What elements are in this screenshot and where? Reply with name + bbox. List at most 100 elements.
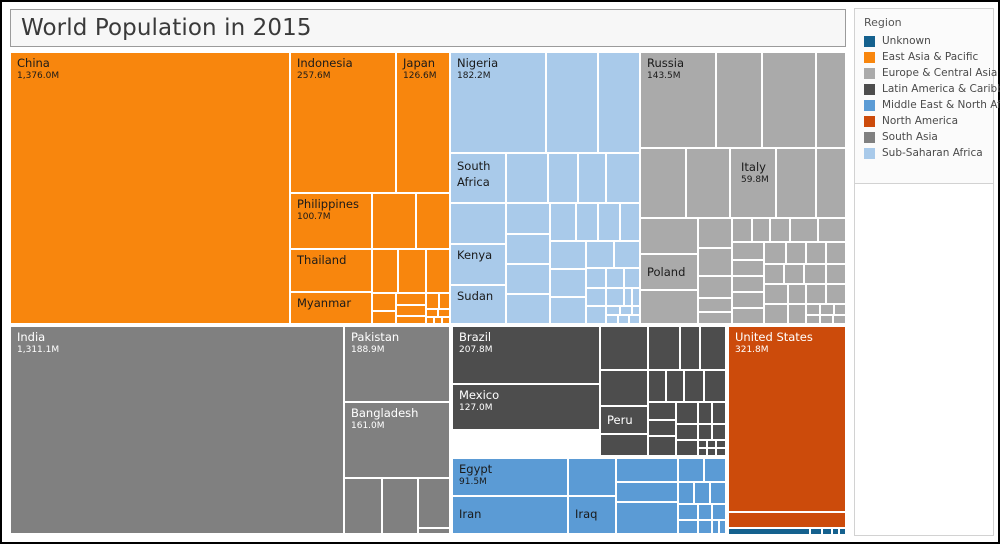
tile-unlabeled[interactable]: [704, 458, 726, 482]
tile-unlabeled[interactable]: [764, 264, 784, 284]
tile-unlabeled[interactable]: [648, 436, 676, 456]
tile-unlabeled[interactable]: [546, 52, 598, 153]
tile-unlabeled[interactable]: [788, 284, 806, 304]
tile-unlabeled[interactable]: [506, 153, 548, 203]
tile-unlabeled[interactable]: [694, 482, 710, 504]
tile-unlabeled[interactable]: [698, 440, 707, 448]
tile-unlabeled[interactable]: [648, 326, 680, 370]
tile-unlabeled[interactable]: [704, 370, 726, 402]
tile-unlabeled[interactable]: [606, 153, 640, 203]
tile-kenya[interactable]: Kenya: [450, 244, 506, 285]
tile-unlabeled[interactable]: [620, 203, 640, 241]
tile-unlabeled[interactable]: [770, 218, 790, 242]
tile-unlabeled[interactable]: [640, 148, 686, 218]
tile-unlabeled[interactable]: [839, 528, 846, 534]
tile-unlabeled[interactable]: [640, 218, 698, 254]
tile-unlabeled[interactable]: [678, 482, 694, 504]
tile-mexico[interactable]: Mexico 127.0M: [452, 384, 600, 430]
legend-item-sub-saharan-africa[interactable]: Sub-Saharan Africa: [864, 147, 993, 159]
tile-unlabeled[interactable]: [568, 458, 616, 496]
tile-unlabeled[interactable]: [676, 424, 698, 440]
tile-unlabeled[interactable]: [676, 440, 698, 456]
tile-unlabeled[interactable]: [396, 293, 426, 305]
tile-unlabeled[interactable]: [616, 502, 678, 534]
tile-myanmar[interactable]: Myanmar: [290, 292, 372, 324]
tile-sudan[interactable]: Sudan: [450, 285, 506, 324]
tile-united-states[interactable]: United States 321.8M: [728, 326, 846, 512]
tile-unlabeled[interactable]: [616, 458, 678, 482]
tile-unlabeled[interactable]: [624, 268, 640, 288]
tile-unlabeled[interactable]: [678, 520, 698, 534]
tile-unlabeled[interactable]: [418, 528, 450, 534]
tile-unlabeled[interactable]: [586, 241, 614, 268]
tile-unlabeled[interactable]: [719, 520, 726, 534]
tile-india[interactable]: India 1,311.1M: [10, 326, 344, 534]
tile-unlabeled[interactable]: [764, 284, 788, 304]
tile-unlabeled[interactable]: [806, 242, 826, 264]
tile-unlabeled[interactable]: [790, 218, 818, 242]
tile-unlabeled[interactable]: [712, 504, 726, 520]
tile-unlabeled[interactable]: [707, 448, 716, 456]
tile-unlabeled[interactable]: [618, 315, 629, 324]
tile-iraq[interactable]: Iraq: [568, 496, 616, 534]
tile-unlabeled[interactable]: [764, 304, 788, 324]
tile-unlabeled[interactable]: [816, 52, 846, 148]
tile-unlabeled[interactable]: [578, 153, 606, 203]
tile-unlabeled[interactable]: [506, 294, 550, 324]
tile-unlabeled[interactable]: [732, 260, 764, 276]
tile-unlabeled[interactable]: [712, 424, 726, 440]
tile-unlabeled[interactable]: [426, 317, 434, 324]
tile-unlabeled[interactable]: [576, 203, 598, 241]
legend-item-europe-central-asia[interactable]: Europe & Central Asia: [864, 67, 997, 79]
tile-unlabeled[interactable]: [418, 478, 450, 528]
tile-unlabeled[interactable]: [804, 264, 826, 284]
tile-unlabeled[interactable]: [832, 528, 839, 534]
tile-unlabeled[interactable]: [716, 448, 726, 456]
tile-unlabeled[interactable]: [442, 317, 450, 324]
tile-unlabeled[interactable]: [426, 309, 438, 317]
tile-unlabeled[interactable]: [732, 276, 764, 292]
tile-unlabeled[interactable]: [834, 304, 846, 315]
tile-unlabeled[interactable]: [640, 290, 698, 324]
tile-unlabeled[interactable]: [600, 326, 648, 370]
tile-brazil[interactable]: Brazil 207.8M: [452, 326, 600, 384]
tile-unlabeled[interactable]: [586, 268, 606, 288]
tile-unlabeled[interactable]: [416, 193, 450, 249]
tile-unlabeled[interactable]: [382, 478, 418, 534]
tile-unlabeled[interactable]: [786, 242, 806, 264]
tile-unlabeled[interactable]: [728, 528, 810, 534]
chart-title-bar[interactable]: World Population in 2015: [10, 9, 846, 47]
tile-unlabeled[interactable]: [806, 315, 820, 324]
tile-unlabeled[interactable]: [620, 306, 632, 315]
tile-unlabeled[interactable]: [822, 528, 832, 534]
tile-unlabeled[interactable]: [648, 370, 666, 402]
tile-egypt[interactable]: Egypt 91.5M: [452, 458, 568, 496]
tile-unlabeled[interactable]: [506, 264, 550, 294]
tile-unlabeled[interactable]: [396, 316, 426, 324]
legend-item-unknown[interactable]: Unknown: [864, 35, 993, 47]
tile-unlabeled[interactable]: [372, 293, 396, 311]
tile-unlabeled[interactable]: [372, 193, 416, 249]
tile-japan[interactable]: Japan 126.6M: [396, 52, 450, 193]
tile-unlabeled[interactable]: [698, 448, 707, 456]
legend-item-north-america[interactable]: North America: [864, 115, 993, 127]
tile-unlabeled[interactable]: [680, 326, 700, 370]
tile-unlabeled[interactable]: [826, 264, 846, 284]
tile-unlabeled[interactable]: [600, 434, 648, 456]
tile-unlabeled[interactable]: [806, 304, 820, 315]
tile-unlabeled[interactable]: [810, 528, 822, 534]
tile-unlabeled[interactable]: [776, 148, 816, 218]
tile-indonesia[interactable]: Indonesia 257.6M: [290, 52, 396, 193]
tile-unlabeled[interactable]: [629, 315, 640, 324]
tile-unlabeled[interactable]: [648, 402, 676, 420]
tile-unlabeled[interactable]: [762, 52, 816, 148]
tile-unlabeled[interactable]: [506, 203, 550, 234]
tile-unlabeled[interactable]: [710, 482, 726, 504]
tile-thailand[interactable]: Thailand: [290, 249, 372, 292]
tile-peru[interactable]: Peru: [600, 406, 648, 434]
tile-unlabeled[interactable]: [698, 298, 732, 312]
tile-unlabeled[interactable]: [372, 311, 396, 324]
tile-unlabeled[interactable]: [598, 203, 620, 241]
tile-pakistan[interactable]: Pakistan 188.9M: [344, 326, 450, 402]
tile-nigeria[interactable]: Nigeria 182.2M: [450, 52, 546, 153]
